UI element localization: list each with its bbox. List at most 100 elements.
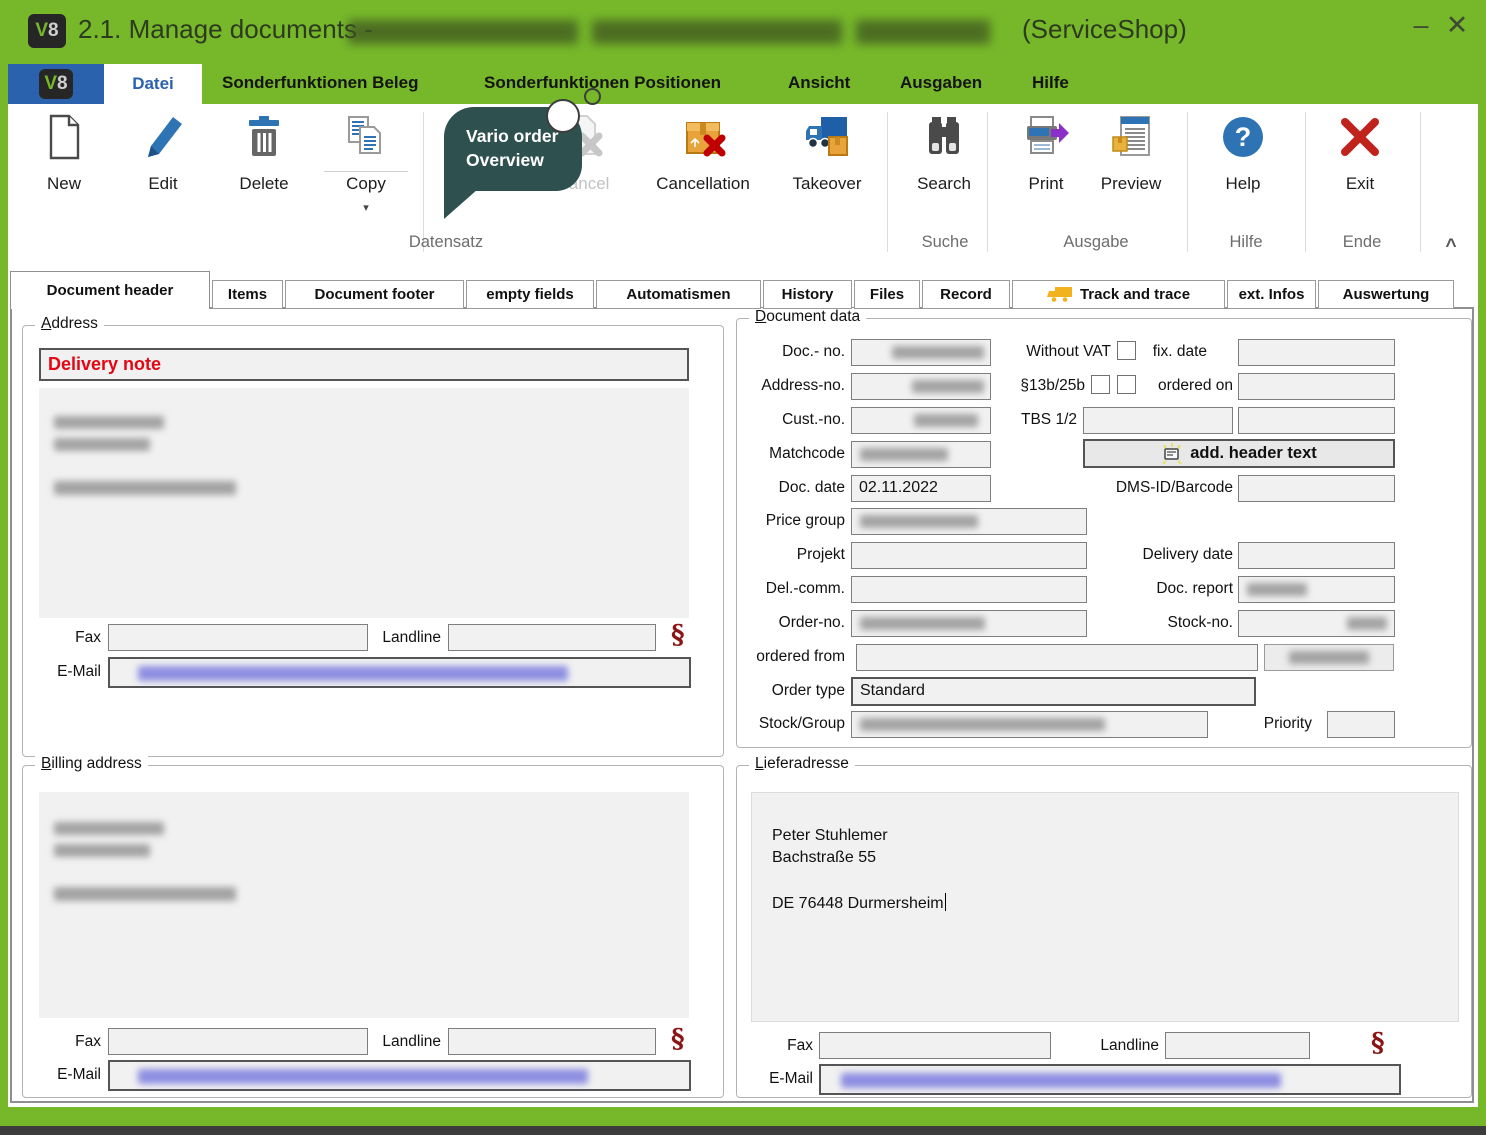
doc-report-field[interactable] [1238,576,1395,603]
exit-button-label: Exit [1314,174,1406,194]
delete-button[interactable]: Delete [218,110,310,194]
redacted-text [856,20,990,44]
s13b-checkbox-2[interactable] [1117,375,1136,394]
redacted-text [54,481,236,495]
app-menu-button[interactable]: V8 [8,64,104,104]
edit-button-label: Edit [117,174,209,194]
delivery-email-field[interactable] [819,1064,1401,1095]
dial-phone-icon[interactable]: § [671,1024,685,1054]
doc-no-label: Doc.- no. [739,343,845,361]
menu-item-ausgaben[interactable]: Ausgaben [900,73,982,93]
copy-dropdown-caret-icon[interactable]: ▾ [320,201,412,214]
tab-ext-infos[interactable]: ext. Infos [1227,280,1316,309]
cancellation-box-icon [679,113,727,161]
priority-field[interactable] [1327,711,1395,738]
tab-history[interactable]: History [763,280,852,309]
callout-tail [444,189,478,219]
del-comm-field[interactable] [851,576,1087,603]
cancellation-button[interactable]: Cancellation [645,110,761,194]
tab-label: Record [940,286,992,303]
tab-automatismen[interactable]: Automatismen [596,280,761,309]
print-button[interactable]: Print [1000,110,1092,194]
order-type-value: Standard [853,679,1254,703]
add-header-text-button[interactable]: add. header text [1083,439,1395,468]
ordered-from-label: ordered from [739,648,845,666]
new-button[interactable]: New [18,110,110,194]
tab-record[interactable]: Record [922,280,1010,309]
menu-item-hilfe[interactable]: Hilfe [1032,73,1069,93]
projekt-field[interactable] [851,542,1087,569]
document-type-field[interactable]: Delivery note [39,348,689,381]
tbs-field-2[interactable] [1238,407,1395,434]
ribbon-toolbar: New Edit Delete Copy ▾ Save Cancel Cance… [8,104,1478,264]
price-group-field[interactable] [851,508,1087,535]
delivery-landline-field[interactable] [1165,1032,1310,1059]
delivery-fax-field[interactable] [819,1032,1051,1059]
add-header-text-icon [1161,443,1183,465]
doc-date-field[interactable]: 02.11.2022 [851,475,991,502]
landline-field[interactable] [448,624,656,651]
billing-email-field[interactable] [108,1060,691,1091]
menu-bar: V8 Datei Sonderfunktionen Beleg Sonderfu… [0,64,1486,104]
exit-button[interactable]: Exit [1314,110,1406,194]
menu-item-datei[interactable]: Datei [104,64,202,104]
dial-phone-icon[interactable]: § [1371,1028,1385,1058]
takeover-button[interactable]: Takeover [781,110,873,194]
ordered-from-side-button[interactable] [1264,644,1394,671]
ribbon-group-ausgabe: Ausgabe [1041,233,1151,252]
tbs-field-1[interactable] [1083,407,1233,434]
help-button[interactable]: ? Help [1197,110,1289,194]
minimize-button[interactable]: – [1404,10,1438,41]
billing-address-textarea[interactable] [39,792,689,1018]
edit-button[interactable]: Edit [117,110,209,194]
tab-files[interactable]: Files [854,280,920,309]
preview-button[interactable]: Preview [1085,110,1177,194]
tab-label: Items [228,286,267,303]
dms-field[interactable] [1238,475,1395,502]
tab-document-header[interactable]: Document header [10,271,210,309]
doc-no-field[interactable] [851,339,991,366]
search-button[interactable]: Search [898,110,990,194]
order-no-label: Order-no. [739,614,845,632]
address-textarea[interactable] [39,388,689,618]
ordered-on-label: ordered on [1141,377,1233,395]
stock-no-field[interactable] [1238,610,1395,637]
printer-icon [1022,113,1070,161]
menu-item-ansicht[interactable]: Ansicht [788,73,850,93]
ordered-on-field[interactable] [1238,373,1395,400]
email-field[interactable] [108,657,691,688]
cust-no-label: Cust.-no. [739,411,845,429]
order-type-field[interactable]: Standard [851,677,1256,706]
redacted-text [348,20,578,44]
without-vat-checkbox[interactable] [1117,341,1136,360]
tab-empty-fields[interactable]: empty fields [466,280,594,309]
billing-fax-field[interactable] [108,1028,368,1055]
cust-no-field[interactable] [851,407,991,434]
tab-items[interactable]: Items [212,280,283,309]
close-button[interactable]: ✕ [1440,10,1474,41]
fax-field[interactable] [108,624,368,651]
copy-button[interactable]: Copy [320,110,412,194]
truck-icon [1047,286,1073,303]
dial-phone-icon[interactable]: § [671,620,685,650]
tab-label: ext. Infos [1239,286,1305,303]
menu-item-sonderfunktionen-beleg[interactable]: Sonderfunktionen Beleg [222,73,418,93]
tab-auswertung[interactable]: Auswertung [1318,280,1454,309]
billing-landline-field[interactable] [448,1028,656,1055]
stock-group-field[interactable] [851,711,1208,738]
address-no-field[interactable] [851,373,991,400]
tab-document-footer[interactable]: Document footer [285,280,464,309]
ribbon-collapse-chevron-icon[interactable]: ^ [1438,236,1464,258]
ordered-from-field[interactable] [856,644,1258,671]
fix-date-field[interactable] [1238,339,1395,366]
copy-button-label: Copy [320,174,412,194]
s13b-checkbox-1[interactable] [1091,375,1110,394]
tab-track-and-trace[interactable]: Track and trace [1012,280,1225,309]
delivery-date-field[interactable] [1238,542,1395,569]
order-no-field[interactable] [851,610,1087,637]
delivery-address-textarea[interactable]: Peter Stuhlemer Bachstraße 55 DE 76448 D… [751,792,1459,1022]
redacted-text [860,617,985,630]
menu-item-sonderfunktionen-positionen[interactable]: Sonderfunktionen Positionen [484,73,721,93]
matchcode-field[interactable] [851,441,991,468]
delivery-address-line: Peter Stuhlemer [772,827,888,845]
